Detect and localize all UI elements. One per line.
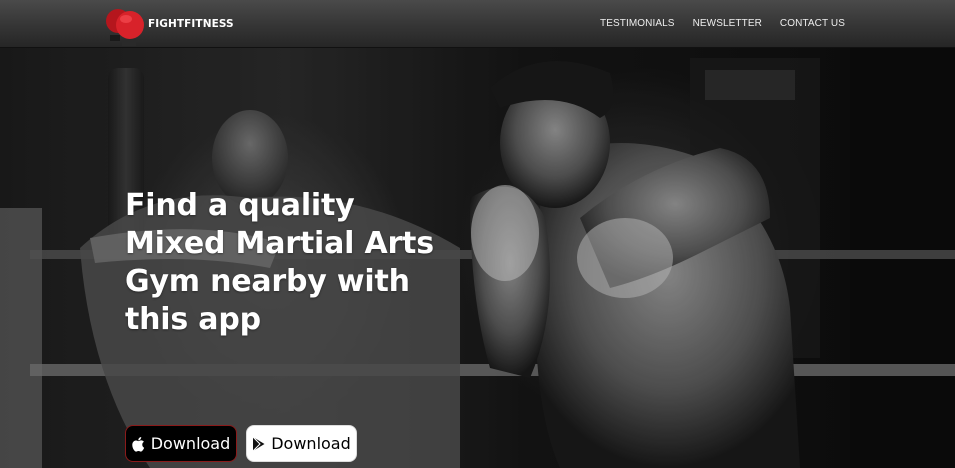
main-nav: TESTIMONIALS NEWSLETTER CONTACT US (600, 18, 845, 29)
hero-section: Find a quality Mixed Martial Arts Gym ne… (0, 48, 955, 468)
google-play-icon (252, 436, 265, 451)
site-header: FIGHTFITNESS TESTIMONIALS NEWSLETTER CON… (0, 0, 955, 48)
logo[interactable]: FIGHTFITNESS (104, 5, 234, 49)
brand-name: FIGHTFITNESS (148, 18, 234, 30)
nav-newsletter[interactable]: NEWSLETTER (693, 18, 762, 29)
app-store-download-button[interactable]: Download (125, 425, 237, 462)
nav-contact-us[interactable]: CONTACT US (780, 18, 845, 29)
google-play-label: Download (271, 434, 351, 453)
boxing-gloves-icon (106, 9, 144, 46)
hero-headline: Find a quality Mixed Martial Arts Gym ne… (125, 188, 434, 337)
app-store-label: Download (150, 434, 231, 453)
nav-testimonials[interactable]: TESTIMONIALS (600, 18, 675, 29)
google-play-download-button[interactable]: Download (246, 425, 357, 462)
apple-icon (132, 436, 144, 452)
